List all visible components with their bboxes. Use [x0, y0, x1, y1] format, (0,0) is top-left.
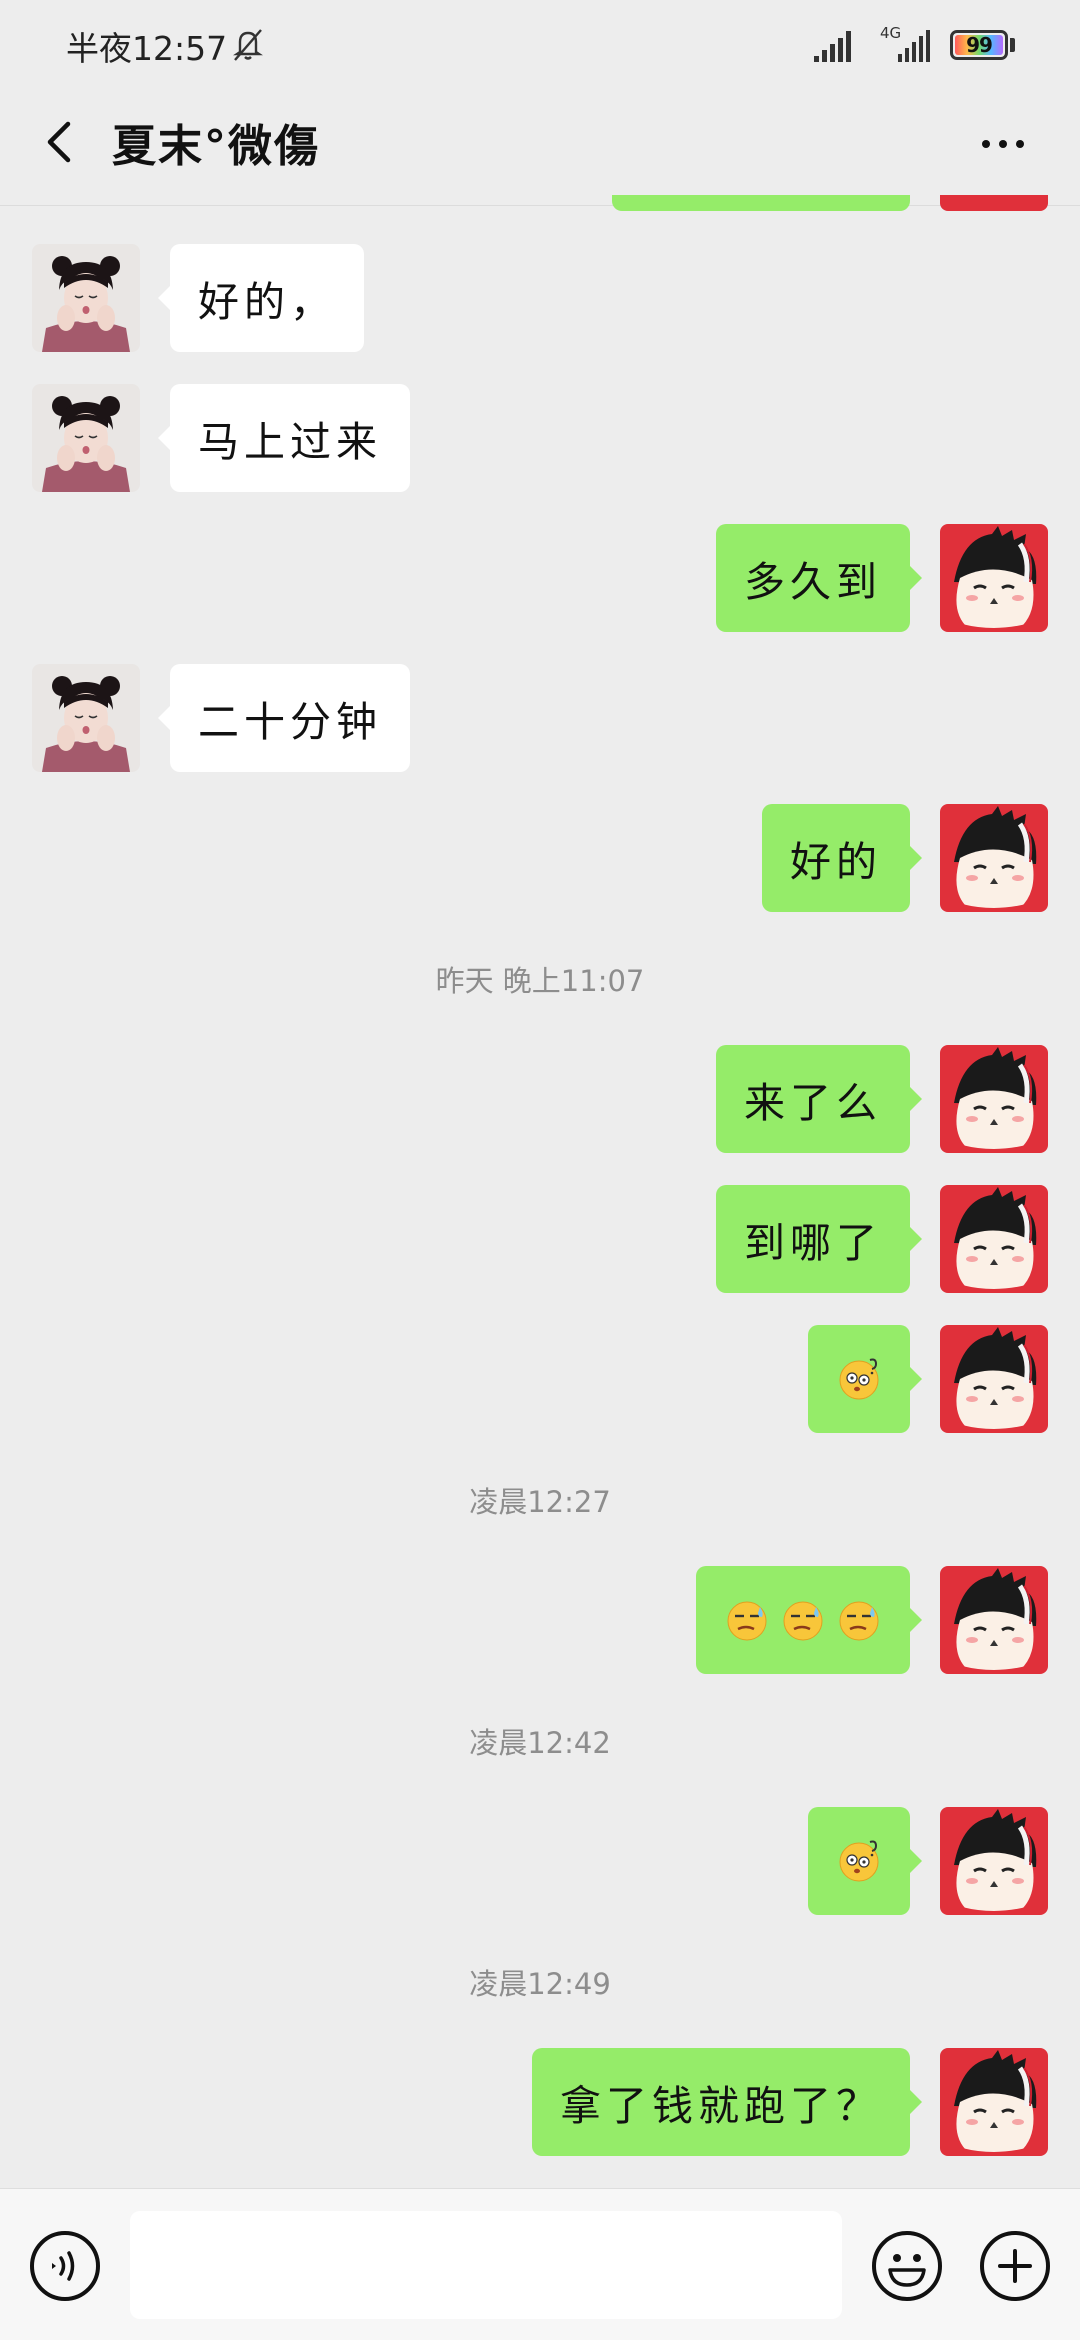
- message-input[interactable]: [130, 2211, 842, 2319]
- chat-timestamp: 凌晨12:49: [469, 1967, 611, 2001]
- self-avatar[interactable]: [940, 2048, 1048, 2156]
- message-bubble-sent[interactable]: 拿了钱就跑了？: [532, 2048, 922, 2156]
- self-avatar[interactable]: [940, 1325, 1048, 1433]
- back-arrow-icon[interactable]: [30, 112, 90, 172]
- mute-bell-icon: [233, 29, 263, 61]
- self-avatar[interactable]: [940, 804, 1048, 912]
- battery-icon: 99: [950, 30, 1008, 60]
- message-bubble-received[interactable]: 二十分钟: [158, 664, 410, 772]
- chat-screen: 半夜12:57 4G 99 夏末°微傷 好的， 马上过来 多久到 二十分钟 好的…: [0, 0, 1080, 2340]
- message-bubble-sent[interactable]: 来了么: [716, 1045, 922, 1153]
- self-avatar[interactable]: [940, 1566, 1048, 1674]
- contact-avatar[interactable]: [32, 244, 140, 352]
- sweat-smirk-emoji-icon: [724, 1597, 770, 1643]
- more-dots-icon[interactable]: [968, 124, 1038, 164]
- chat-timestamp: 凌晨12:27: [469, 1485, 611, 1519]
- self-avatar[interactable]: [940, 1185, 1048, 1293]
- chat-header: 夏末°微傷: [0, 90, 1080, 206]
- contact-avatar[interactable]: [32, 664, 140, 772]
- dizzy-face-emoji-icon: [836, 1838, 882, 1884]
- chat-timestamp: 凌晨12:42: [469, 1726, 611, 1760]
- contact-avatar[interactable]: [32, 384, 140, 492]
- message-bubble-sent-emoji[interactable]: [808, 1807, 922, 1915]
- message-bubble-sent[interactable]: 好的: [762, 804, 922, 912]
- message-bubble-sent-emoji[interactable]: [696, 1566, 922, 1674]
- sweat-smirk-emoji-icon: [780, 1597, 826, 1643]
- emoji-icon[interactable]: [870, 2229, 944, 2303]
- self-avatar[interactable]: [940, 1807, 1048, 1915]
- message-bubble-sent[interactable]: 到哪了: [716, 1185, 922, 1293]
- message-bubble-received[interactable]: 马上过来: [158, 384, 410, 492]
- sweat-smirk-emoji-icon: [836, 1597, 882, 1643]
- message-bubble-received[interactable]: 好的，: [158, 244, 364, 352]
- self-avatar[interactable]: [940, 524, 1048, 632]
- chat-title: 夏末°微傷: [112, 121, 320, 172]
- message-bubble-sent[interactable]: 多久到: [716, 524, 922, 632]
- partial-avatar: [940, 195, 1048, 211]
- voice-icon[interactable]: [28, 2229, 102, 2303]
- status-bar: 半夜12:57 4G 99: [0, 0, 1080, 90]
- partial-message-bubble: [612, 195, 910, 211]
- signal-4g-icon: [898, 30, 930, 62]
- self-avatar[interactable]: [940, 1045, 1048, 1153]
- dizzy-face-emoji-icon: [836, 1356, 882, 1402]
- status-time: 半夜12:57: [66, 29, 228, 68]
- plus-icon[interactable]: [978, 2229, 1052, 2303]
- message-bubble-sent-emoji[interactable]: [808, 1325, 922, 1433]
- chat-timestamp: 昨天 晚上11:07: [435, 964, 645, 998]
- message-input-bar: [0, 2188, 1080, 2340]
- signal-icon: [814, 31, 851, 62]
- battery-level: 99: [966, 33, 993, 57]
